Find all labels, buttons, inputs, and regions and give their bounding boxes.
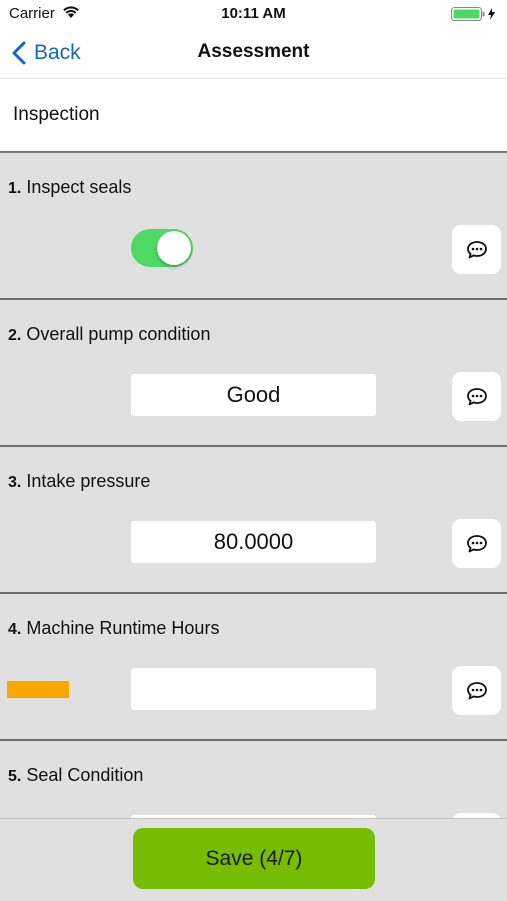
question-row: 2. Overall pump condition Good [0, 300, 507, 447]
question-row: 1. Inspect seals [0, 153, 507, 300]
comment-button[interactable] [452, 666, 501, 715]
save-button[interactable]: Save (4/7) [133, 828, 375, 889]
question-number: 3. [8, 474, 22, 491]
question-list[interactable]: 1. Inspect seals 2. Overall pump conditi… [0, 153, 507, 818]
inspect-seals-toggle[interactable] [131, 229, 193, 267]
comment-button[interactable] [452, 372, 501, 421]
question-text: Overall pump condition [26, 324, 211, 344]
required-indicator [7, 681, 69, 698]
question-number: 5. [8, 768, 22, 785]
question-text: Seal Condition [26, 765, 144, 785]
navigation-bar: Back Assessment [0, 28, 507, 79]
comment-button[interactable] [452, 519, 501, 568]
clock: 10:11 AM [221, 5, 286, 22]
battery-icon [451, 7, 497, 21]
chat-bubble-icon [466, 240, 487, 258]
question-number: 1. [8, 180, 22, 197]
runtime-hours-field[interactable] [131, 668, 376, 710]
section-title: Inspection [13, 104, 100, 125]
chat-bubble-icon [466, 387, 487, 405]
comment-button[interactable] [452, 225, 501, 274]
question-label: 2. Overall pump condition [8, 324, 210, 345]
question-label: 5. Seal Condition [8, 765, 143, 786]
status-bar: Carrier 10:11 AM [0, 0, 507, 28]
question-text: Machine Runtime Hours [26, 618, 220, 638]
question-label: 3. Intake pressure [8, 471, 150, 492]
question-number: 4. [8, 621, 22, 638]
question-label: 4. Machine Runtime Hours [8, 618, 219, 639]
pump-condition-field[interactable]: Good [131, 374, 376, 416]
chat-bubble-icon [466, 534, 487, 552]
chat-bubble-icon [466, 681, 487, 699]
bottom-bar: Save (4/7) [0, 818, 507, 901]
question-number: 2. [8, 327, 22, 344]
question-label: 1. Inspect seals [8, 177, 131, 198]
page-title: Assessment [197, 41, 310, 62]
toggle-knob [157, 231, 191, 265]
intake-pressure-field[interactable]: 80.0000 [131, 521, 376, 563]
question-row: 5. Seal Condition [0, 741, 507, 818]
section-header: Inspection [0, 79, 507, 153]
question-text: Intake pressure [26, 471, 151, 491]
question-text: Inspect seals [26, 177, 132, 197]
question-row: 3. Intake pressure 80.0000 [0, 447, 507, 594]
question-row: 4. Machine Runtime Hours [0, 594, 507, 741]
